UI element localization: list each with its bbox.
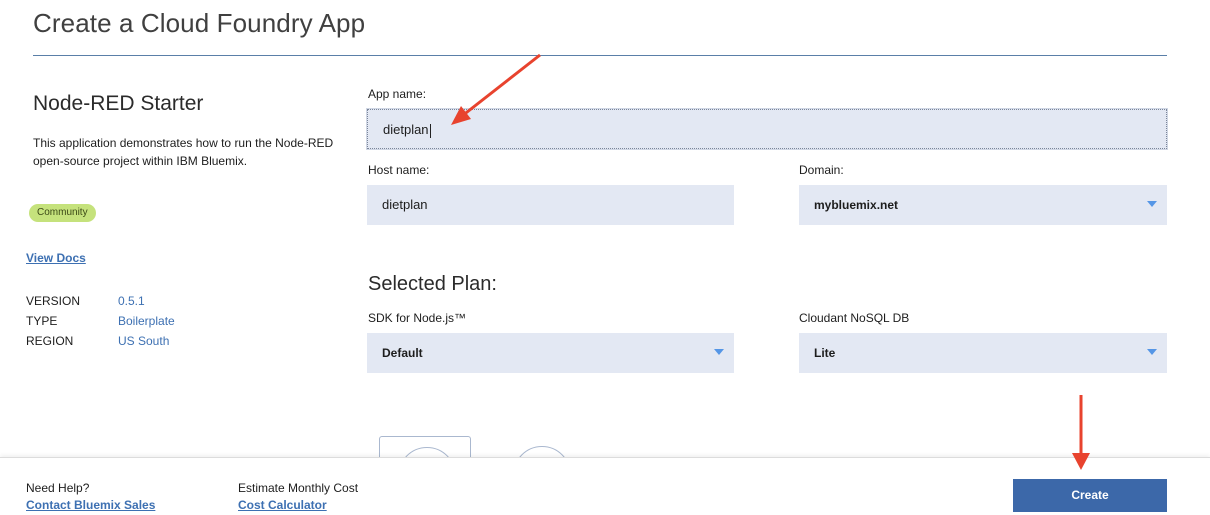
meta-value: US South	[118, 334, 170, 348]
sdk-plan-value: Default	[382, 346, 423, 360]
community-badge: Community	[29, 204, 96, 222]
create-button[interactable]: Create	[1013, 479, 1167, 512]
title-divider	[33, 55, 1167, 56]
meta-key: VERSION	[26, 294, 81, 308]
estimate-cost-label: Estimate Monthly Cost	[238, 481, 359, 495]
sdk-label: SDK for Node.js™	[368, 311, 467, 325]
annotation-arrows	[451, 53, 1090, 470]
host-name-input[interactable]: dietplan	[367, 185, 734, 225]
view-docs-link[interactable]: View Docs	[26, 251, 86, 265]
selected-plan-heading: Selected Plan:	[368, 273, 497, 295]
starter-title: Node-RED Starter	[33, 92, 204, 115]
page-title: Create a Cloud Foundry App	[33, 8, 366, 38]
chevron-down-icon	[1147, 201, 1157, 207]
chevron-down-icon	[1147, 349, 1157, 355]
text-cursor	[429, 123, 431, 138]
footer-bar: Need Help? Contact Bluemix Sales Estimat…	[0, 457, 1210, 515]
contact-sales-link[interactable]: Contact Bluemix Sales	[26, 498, 155, 512]
host-name-label: Host name:	[368, 163, 430, 177]
meta-row-version: VERSION 0.5.1	[26, 294, 175, 314]
app-name-label: App name:	[368, 87, 427, 101]
sdk-plan-select[interactable]: Default	[367, 333, 734, 373]
domain-label: Domain:	[799, 163, 844, 177]
db-plan-select[interactable]: Lite	[799, 333, 1167, 373]
db-plan-value: Lite	[814, 346, 836, 360]
meta-row-type: TYPE Boilerplate	[26, 314, 175, 334]
chevron-down-icon	[714, 349, 724, 355]
host-name-value: dietplan	[382, 197, 428, 212]
domain-value: mybluemix.net	[814, 198, 899, 212]
meta-row-region: REGION US South	[26, 334, 175, 354]
starter-meta-table: VERSION 0.5.1 TYPE Boilerplate REGION US…	[26, 294, 175, 354]
starter-description: This application demonstrates how to run…	[33, 136, 334, 168]
meta-value: 0.5.1	[118, 294, 145, 308]
app-name-value: dietplan	[383, 122, 429, 137]
meta-key: REGION	[26, 334, 74, 348]
app-name-input[interactable]: dietplan	[366, 108, 1168, 150]
cost-calculator-link[interactable]: Cost Calculator	[238, 498, 327, 512]
need-help-label: Need Help?	[26, 481, 90, 495]
meta-value: Boilerplate	[118, 314, 175, 328]
domain-select[interactable]: mybluemix.net	[799, 185, 1167, 225]
meta-key: TYPE	[26, 314, 58, 328]
db-label: Cloudant NoSQL DB	[799, 311, 910, 325]
